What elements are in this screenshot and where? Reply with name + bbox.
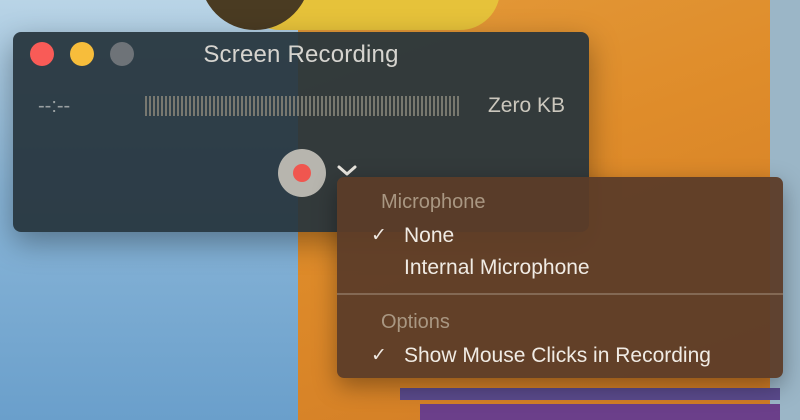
options-menu: Microphone ✓ None Internal Microphone Op… xyxy=(337,177,783,378)
checkmark-icon: ✓ xyxy=(371,225,387,246)
record-icon xyxy=(293,164,311,182)
elapsed-time: --:-- xyxy=(38,95,71,117)
menu-item-internal-microphone[interactable]: Internal Microphone xyxy=(337,251,783,283)
checkmark-icon: ✓ xyxy=(371,345,387,366)
window-title: Screen Recording xyxy=(203,41,399,68)
wallpaper-stripe xyxy=(400,388,780,400)
audio-level-meter xyxy=(145,96,459,116)
menu-item-label: Show Mouse Clicks in Recording xyxy=(404,344,711,367)
menu-item-show-mouse-clicks[interactable]: ✓ Show Mouse Clicks in Recording xyxy=(337,339,783,371)
menu-item-none[interactable]: ✓ None xyxy=(337,219,783,251)
menu-separator xyxy=(337,293,783,295)
menu-item-label: None xyxy=(404,224,455,247)
microphone-header: Microphone xyxy=(381,191,486,213)
menu-item-label: Internal Microphone xyxy=(404,256,590,279)
wallpaper-stripe xyxy=(420,404,780,420)
record-button[interactable] xyxy=(278,149,326,197)
options-header: Options xyxy=(381,311,450,333)
file-size: Zero KB xyxy=(487,94,565,117)
